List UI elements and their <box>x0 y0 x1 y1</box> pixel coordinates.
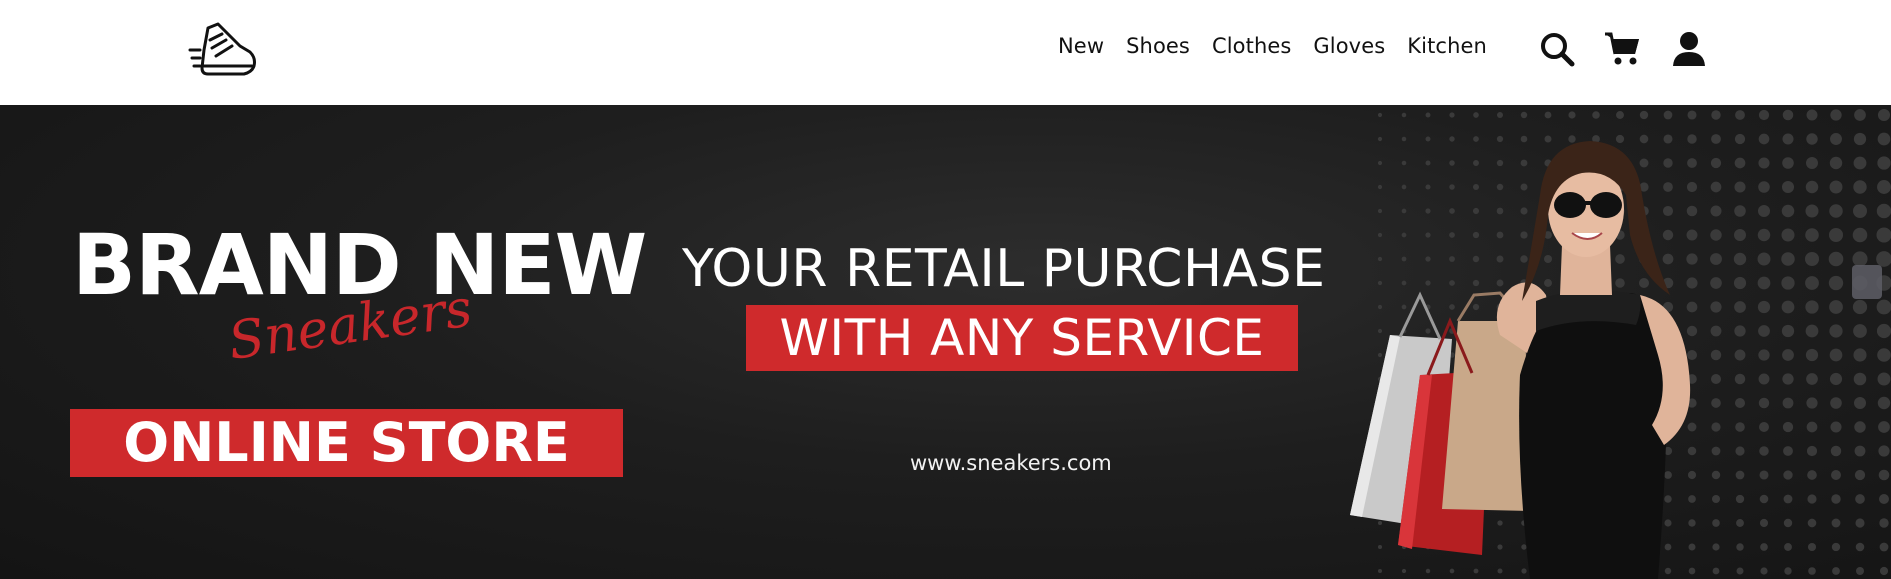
main-nav: New Shoes Clothes Gloves Kitchen <box>1058 34 1487 58</box>
nav-link-shoes[interactable]: Shoes <box>1126 34 1190 58</box>
top-navbar: New Shoes Clothes Gloves Kitchen <box>0 0 1891 105</box>
halftone-dot <box>1830 109 1842 121</box>
halftone-dot <box>1473 112 1479 118</box>
halftone-dot <box>1782 109 1794 121</box>
halftone-dot <box>1687 110 1697 120</box>
halftone-dot <box>1735 110 1745 120</box>
hero-banner[interactable]: BRAND NEW Sneakers ONLINE STORE YOUR RET… <box>0 105 1891 579</box>
nav-icon-group <box>1538 30 1708 68</box>
halftone-dot <box>1877 108 1891 122</box>
halftone-dot <box>1449 112 1455 118</box>
model-with-shopping-bags-image <box>1350 141 1691 579</box>
website-url: www.sneakers.com <box>910 451 1112 475</box>
nav-link-gloves[interactable]: Gloves <box>1313 34 1385 58</box>
halftone-dot <box>1592 111 1600 119</box>
online-store-banner: ONLINE STORE <box>70 409 623 477</box>
halftone-dot <box>1568 111 1576 119</box>
halftone-dot <box>1425 112 1431 118</box>
nav-link-kitchen[interactable]: Kitchen <box>1407 34 1487 58</box>
hero-tagline-line2: WITH ANY SERVICE <box>746 305 1298 371</box>
hero-tagline-line1: YOUR RETAIL PURCHASE <box>682 239 1326 299</box>
halftone-dot <box>1520 111 1528 119</box>
halftone-dot <box>1758 109 1770 121</box>
halftone-dot <box>1806 109 1818 121</box>
halftone-dot <box>1616 111 1624 119</box>
search-icon[interactable] <box>1538 30 1576 68</box>
cart-icon[interactable] <box>1604 30 1642 68</box>
nav-link-clothes[interactable]: Clothes <box>1212 34 1291 58</box>
halftone-dot <box>1377 112 1383 118</box>
user-icon[interactable] <box>1670 30 1708 68</box>
halftone-dot <box>1544 111 1552 119</box>
halftone-dot <box>1639 110 1649 120</box>
sneaker-logo-icon[interactable] <box>188 20 258 82</box>
halftone-dot <box>1663 110 1673 120</box>
nav-link-new[interactable]: New <box>1058 34 1104 58</box>
halftone-dot <box>1854 109 1866 121</box>
halftone-dot <box>1496 111 1504 119</box>
halftone-dot <box>1711 110 1721 120</box>
side-panel-toggle[interactable] <box>1852 265 1882 299</box>
halftone-dot <box>1401 112 1407 118</box>
